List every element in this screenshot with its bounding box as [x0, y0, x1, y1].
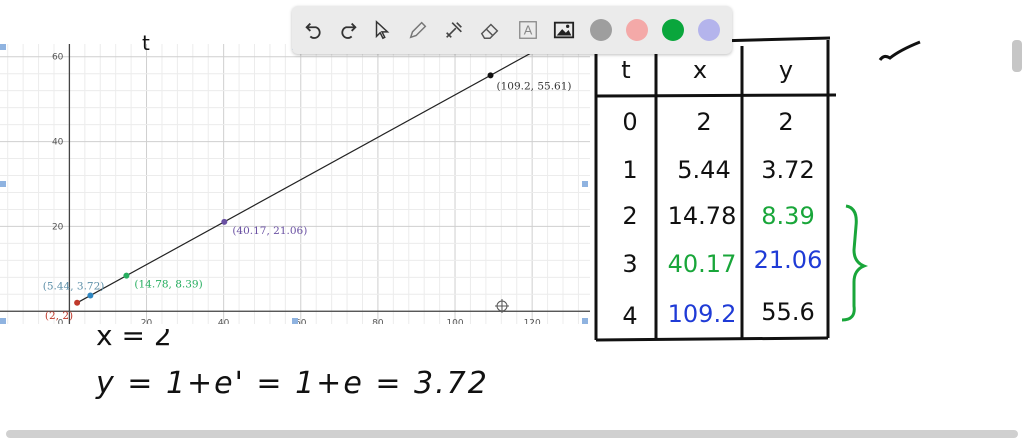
tools-icon[interactable] [440, 16, 468, 44]
undo-icon[interactable] [300, 16, 328, 44]
pen-icon[interactable] [404, 16, 432, 44]
color-swatch-lavender[interactable] [698, 19, 720, 41]
table-cell: 2 [622, 202, 637, 230]
color-swatch-pink[interactable] [626, 19, 648, 41]
resize-handle[interactable] [0, 44, 6, 50]
vertical-scrollbar[interactable] [1012, 40, 1022, 72]
x-tick-label: 100 [446, 318, 463, 324]
table-header-t: t [621, 56, 630, 84]
resize-handle[interactable] [582, 181, 588, 187]
table-cell: 40.17 [668, 250, 737, 278]
resize-handle[interactable] [582, 318, 588, 324]
resize-handle[interactable] [0, 318, 6, 324]
table-cell: 0 [622, 108, 637, 136]
equation-line: y = 1+e' = 1+e = 3.72 [95, 366, 489, 401]
svg-text:A: A [524, 23, 533, 38]
drawing-toolbar: A [292, 6, 732, 54]
table-cell: 2 [778, 108, 793, 136]
handwritten-table [594, 36, 837, 342]
point-label: (5.44, 3.72) [43, 280, 105, 292]
x-tick-label: 20 [141, 318, 153, 324]
table-header-y: y [779, 56, 793, 84]
x-tick-label: 40 [218, 318, 230, 324]
color-swatch-gray[interactable] [590, 19, 612, 41]
data-point [87, 292, 94, 299]
graph-tick-labels: 20 40 60 80 100 1202040600 [52, 53, 541, 324]
data-point [487, 72, 494, 79]
table-cell: 8.39 [761, 202, 814, 230]
point-label: (14.78, 8.39) [134, 279, 202, 291]
eraser-icon[interactable] [476, 16, 504, 44]
table-cell: 109.2 [668, 300, 737, 328]
pointer-icon[interactable] [368, 16, 396, 44]
green-brace [841, 204, 869, 322]
y-tick-label: 20 [52, 222, 64, 232]
data-point [221, 218, 228, 225]
point-label: (2, 2) [45, 310, 73, 322]
table-cell: 5.44 [677, 156, 730, 184]
redo-icon[interactable] [334, 16, 362, 44]
table-cell: 3.72 [761, 156, 814, 184]
horizontal-scrollbar[interactable] [6, 430, 1018, 438]
graph-panel[interactable]: 20 40 60 80 100 1202040600 (2, 2)(5.44, 3.72)… [0, 44, 590, 324]
table-header-x: x [693, 56, 707, 84]
x-tick-label: 120 [524, 318, 541, 324]
y-tick-label: 40 [52, 138, 64, 148]
table-cell: 1 [622, 156, 637, 184]
table-cell: 2 [696, 108, 711, 136]
point-label: (109.2, 55.61) [497, 80, 572, 92]
data-point [123, 272, 130, 279]
table-cell: 4 [622, 302, 637, 330]
point-label: (40.17, 21.06) [232, 225, 307, 237]
table-cell: 21.06 [754, 246, 823, 274]
x-tick-label: 80 [372, 318, 384, 324]
table-cell: 55.6 [761, 298, 814, 326]
check-mark [878, 40, 921, 61]
text-icon[interactable]: A [514, 16, 542, 44]
whiteboard-canvas[interactable]: 20 40 60 80 100 120 20 40 60 0 (2, 2) (5.44, 3.72)… [0, 0, 1024, 440]
graph-point-labels: (2, 2) (5.44, 3.72) (14.78, 8.39) (40.17, 2… [43, 80, 572, 321]
image-icon[interactable] [550, 16, 578, 44]
table-cell: 14.78 [668, 202, 737, 230]
y-tick-label: 60 [52, 53, 64, 63]
data-point [74, 299, 81, 306]
resize-handle[interactable] [292, 318, 298, 324]
color-swatch-green[interactable] [662, 19, 684, 41]
resize-handle[interactable] [0, 181, 6, 187]
table-cell: 3 [622, 250, 637, 278]
